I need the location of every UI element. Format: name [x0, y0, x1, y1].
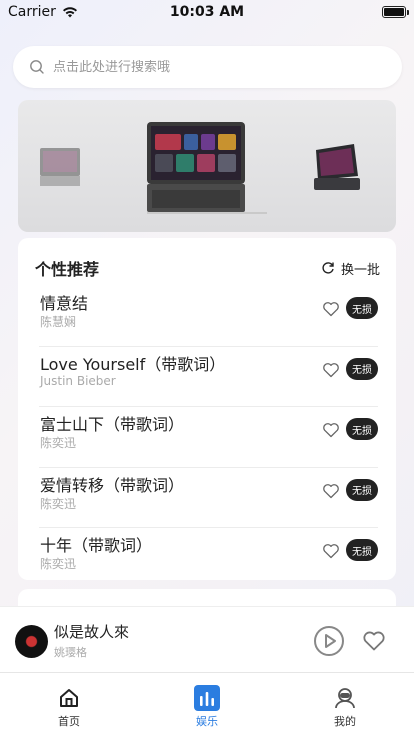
- tab-label: 首页: [58, 715, 80, 728]
- tab-profile[interactable]: 我的: [276, 673, 414, 736]
- lossless-badge: 无损: [346, 418, 378, 440]
- refresh-label: 换一批: [340, 262, 380, 278]
- search-input[interactable]: [53, 59, 373, 75]
- heart-icon[interactable]: [322, 361, 340, 379]
- section-title: 个性推荐: [35, 260, 100, 279]
- refresh-icon: [322, 262, 334, 274]
- song-title: 爱情转移（带歌词）: [40, 475, 185, 495]
- heart-icon[interactable]: [322, 482, 340, 500]
- song-artist: 陈奕迅: [40, 436, 77, 450]
- list-item[interactable]: 富士山下（带歌词） 陈奕迅 无损: [39, 407, 378, 468]
- wifi-icon: [62, 7, 77, 18]
- lossless-badge: 无损: [346, 357, 378, 380]
- mini-player[interactable]: 似是故人來 姚璎格: [0, 606, 414, 672]
- battery-icon: [382, 6, 409, 18]
- heart-icon[interactable]: [362, 629, 386, 653]
- song-artist: 陈奕迅: [40, 557, 77, 571]
- player-song-title: 似是故人來: [54, 623, 130, 641]
- song-title: 富士山下（带歌词）: [40, 415, 185, 434]
- recommend-card: 个性推荐 换一批 情意结 陈慧娴 无损 Love Yourself（带歌词） J…: [18, 238, 396, 580]
- song-title: 情意结: [40, 294, 89, 313]
- play-icon[interactable]: [313, 625, 345, 657]
- search-icon: [30, 60, 44, 74]
- bar-chart-icon: [194, 685, 220, 711]
- device-showcase-image: [40, 122, 360, 214]
- list-item[interactable]: Love Yourself（带歌词） Justin Bieber 无损: [39, 347, 378, 407]
- profile-icon: [335, 688, 355, 709]
- heart-icon[interactable]: [322, 421, 340, 439]
- song-title: Love Yourself（带歌词）: [40, 354, 226, 374]
- song-artist: 陈慧娴: [40, 315, 77, 329]
- song-list: 情意结 陈慧娴 无损 Love Yourself（带歌词） Justin Bie…: [39, 286, 378, 589]
- tab-home[interactable]: 首页: [0, 673, 138, 736]
- banner-image[interactable]: [18, 100, 396, 232]
- player-artist: 姚璎格: [54, 646, 87, 659]
- tab-label: 我的: [334, 715, 356, 728]
- status-bar: Carrier 10:03 AM: [0, 0, 414, 24]
- refresh-button[interactable]: 换一批: [321, 259, 380, 278]
- tab-label: 娱乐: [196, 715, 218, 728]
- lossless-badge: 无损: [346, 478, 378, 501]
- heart-icon[interactable]: [322, 542, 340, 560]
- song-title: 十年（带歌词）: [40, 536, 153, 555]
- carrier-label: Carrier: [8, 4, 56, 20]
- song-artist: 陈奕迅: [40, 496, 77, 511]
- list-item[interactable]: 十年（带歌词） 陈奕迅 无损: [39, 528, 378, 589]
- song-artist: Justin Bieber: [40, 373, 116, 388]
- lossless-badge: 无损: [346, 297, 378, 319]
- lossless-badge: 无损: [346, 539, 378, 561]
- album-art[interactable]: [15, 625, 48, 658]
- heart-icon[interactable]: [322, 300, 340, 318]
- search-bar[interactable]: [13, 46, 402, 88]
- list-item[interactable]: 爱情转移（带歌词） 陈奕迅 无损: [39, 468, 378, 528]
- list-item[interactable]: 情意结 陈慧娴 无损: [39, 286, 378, 347]
- tab-entertainment[interactable]: 娱乐: [138, 673, 276, 736]
- home-icon: [60, 689, 78, 707]
- tab-bar: 首页 娱乐 我的: [0, 672, 414, 736]
